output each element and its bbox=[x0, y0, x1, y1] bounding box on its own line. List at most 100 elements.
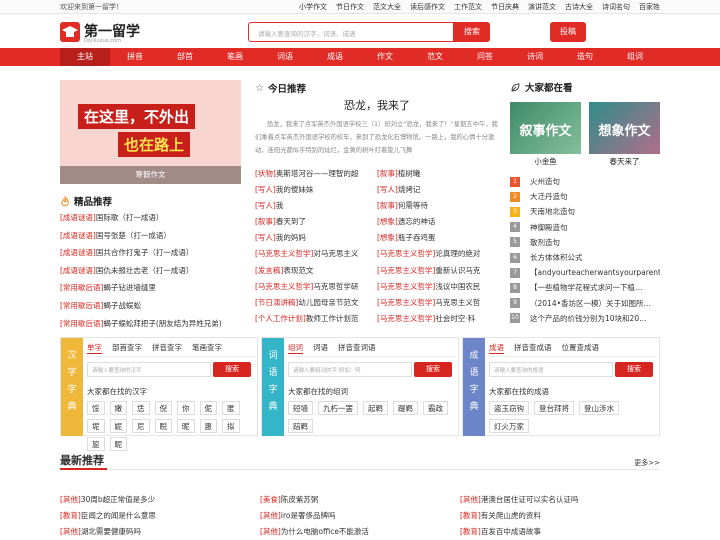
item-text[interactable]: 我的妈妈 bbox=[276, 233, 306, 242]
item-tag[interactable]: [马克思主义哲学] bbox=[377, 249, 435, 258]
rank-text[interactable]: 【andyourteacherwantsyourparentst… bbox=[530, 267, 660, 278]
today-item[interactable]: [发言稿]表现范文 bbox=[255, 263, 377, 279]
dict-chip[interactable]: 登台拜将 bbox=[534, 401, 574, 415]
item-tag[interactable]: [叙事] bbox=[377, 201, 398, 210]
nav-item[interactable]: 词语 bbox=[260, 48, 310, 66]
nav-item[interactable]: 成语 bbox=[310, 48, 360, 66]
item-text[interactable]: 30周b超正常值是多少 bbox=[81, 495, 155, 504]
item-tag[interactable]: [写人] bbox=[377, 185, 398, 194]
item-text[interactable]: 奥斯塔河谷——理智的超 bbox=[276, 169, 359, 178]
top-link[interactable]: 演讲范文 bbox=[528, 2, 556, 12]
item-tag[interactable]: [其他] bbox=[260, 527, 281, 536]
dict-tab[interactable]: 位置查成语 bbox=[562, 342, 600, 354]
dict-tab[interactable]: 单字 bbox=[87, 342, 102, 354]
dict-search-button[interactable]: 搜索 bbox=[414, 362, 452, 377]
dict-chip[interactable]: 霸政 bbox=[423, 401, 448, 415]
dict-search-input[interactable]: 请输入要查询的成语 bbox=[489, 362, 613, 377]
item-tag[interactable]: [常用歇后语] bbox=[60, 319, 103, 328]
item-text[interactable]: 社会时空·科 bbox=[435, 314, 475, 323]
today-item[interactable]: [马克思主义哲学]对马克思主义 bbox=[255, 246, 377, 262]
dict-chip[interactable]: 坭 bbox=[87, 419, 105, 433]
more-link[interactable]: 更多>> bbox=[634, 458, 660, 468]
today-item[interactable]: [状物]奥斯塔河谷——理智的超 bbox=[255, 166, 377, 182]
dict-chip[interactable]: 昵 bbox=[177, 419, 195, 433]
featured-item[interactable]: [常用歇后语]蝎子战蜈蚣 bbox=[60, 297, 241, 315]
nav-item[interactable]: 部首 bbox=[160, 48, 210, 66]
item-text[interactable]: 幼儿园母亲节范文 bbox=[298, 298, 358, 307]
latest-item[interactable]: [教育]有关爬山虎的资料 bbox=[460, 508, 660, 524]
item-tag[interactable]: [马克思主义哲学] bbox=[377, 298, 435, 307]
item-tag[interactable]: [教育] bbox=[460, 511, 481, 520]
item-tag[interactable]: [马克思主义哲学] bbox=[377, 314, 435, 323]
site-logo[interactable]: 第一留学 Diyiliuxue.com bbox=[60, 20, 160, 46]
today-item[interactable]: [马克思主义哲学]社会时空·科 bbox=[377, 311, 499, 327]
dict-chip[interactable]: 拟 bbox=[222, 419, 240, 433]
dict-chip[interactable]: 尼 bbox=[132, 419, 150, 433]
item-tag[interactable]: [教育] bbox=[60, 511, 81, 520]
dict-search-button[interactable]: 搜索 bbox=[213, 362, 251, 377]
today-item[interactable]: [写人]我 bbox=[255, 198, 377, 214]
nav-item[interactable]: 主站 bbox=[60, 48, 110, 66]
dict-chip[interactable]: 踶羁 bbox=[393, 401, 418, 415]
today-item[interactable]: [想象]瓶子吞鸡蛋 bbox=[377, 230, 499, 246]
item-text[interactable]: iro是奢侈品牌吗 bbox=[281, 511, 336, 520]
today-item[interactable]: [个人工作计划]教师工作计划范 bbox=[255, 311, 377, 327]
item-text[interactable]: 蝎子钻进墙缝里 bbox=[103, 283, 156, 292]
rank-item[interactable]: 2 大迁丹造句 bbox=[510, 189, 660, 204]
item-text[interactable]: 瓶子吞鸡蛋 bbox=[398, 233, 436, 242]
item-text[interactable]: 蝎子战蜈蚣 bbox=[103, 301, 141, 310]
featured-item[interactable]: [成语谜语]国共合作打鬼子（打一成语） bbox=[60, 244, 241, 262]
rank-text[interactable]: 这个产品的价钱分别为10块和20… bbox=[530, 313, 647, 324]
item-tag[interactable]: [成语谜语] bbox=[60, 248, 96, 257]
dict-tab[interactable]: 拼音查词语 bbox=[338, 342, 376, 354]
item-text[interactable]: 何需等待 bbox=[398, 201, 428, 210]
rank-item[interactable]: 3 天南地北造句 bbox=[510, 204, 660, 219]
dict-tab[interactable]: 拼音查成语 bbox=[514, 342, 552, 354]
latest-item[interactable]: [教育]百发百中成语故事 bbox=[460, 524, 660, 540]
rank-item[interactable]: 8 【一些植物学花程式求问一下植… bbox=[510, 280, 660, 295]
featured-item[interactable]: [常用歇后语]蝎子蜈蚣拜把子(朋友结为异姓兄弟) bbox=[60, 315, 241, 333]
today-item[interactable]: [叙事]植树曦 bbox=[377, 166, 499, 182]
dict-tab[interactable]: 笔画查字 bbox=[192, 342, 222, 354]
top-link[interactable]: 百家姓 bbox=[639, 2, 660, 12]
pic-card[interactable]: 想象作文 春天来了 bbox=[589, 102, 660, 169]
top-link[interactable]: 范文大全 bbox=[373, 2, 401, 12]
dict-chip[interactable]: 短墙 bbox=[288, 401, 313, 415]
item-tag[interactable]: [个人工作计划] bbox=[255, 314, 306, 323]
pic-card[interactable]: 叙事作文 小金鱼 bbox=[510, 102, 581, 169]
item-tag[interactable]: [叙事] bbox=[255, 217, 276, 226]
latest-item[interactable]: [其他]湖北需要健康码吗 bbox=[60, 524, 260, 540]
top-link[interactable]: 古诗大全 bbox=[565, 2, 593, 12]
item-text[interactable]: 为什么电脑office不能激活 bbox=[281, 527, 369, 536]
nav-item[interactable]: 造句 bbox=[560, 48, 610, 66]
today-item[interactable]: [叙事]何需等待 bbox=[377, 198, 499, 214]
top-link[interactable]: 小学作文 bbox=[299, 2, 327, 12]
nav-item[interactable]: 诗词 bbox=[510, 48, 560, 66]
dict-tab[interactable]: 成语 bbox=[489, 342, 504, 354]
item-tag[interactable]: [其他] bbox=[60, 495, 81, 504]
featured-item[interactable]: [成语谜语]国际歌（打一成语） bbox=[60, 209, 241, 227]
today-item[interactable]: [节日演讲稿]幼儿园母亲节范文 bbox=[255, 295, 377, 311]
nav-item[interactable]: 组词 bbox=[610, 48, 660, 66]
item-text[interactable]: 国际歌（打一成语） bbox=[96, 213, 164, 222]
item-tag[interactable]: [马克思主义哲学] bbox=[377, 282, 435, 291]
dict-search-input[interactable]: 请输入要查询的汉字 bbox=[87, 362, 211, 377]
item-text[interactable]: 论真理的绝对 bbox=[435, 249, 480, 258]
item-tag[interactable]: [成语谜语] bbox=[60, 266, 96, 275]
dict-chip[interactable]: 倪 bbox=[154, 401, 172, 415]
item-tag[interactable]: [教育] bbox=[460, 527, 481, 536]
item-text[interactable]: 对马克思主义 bbox=[313, 249, 358, 258]
dict-chip[interactable]: 恁 bbox=[132, 401, 150, 415]
top-link[interactable]: 工作范文 bbox=[454, 2, 482, 12]
dict-chip[interactable]: 妮 bbox=[109, 419, 127, 433]
today-item[interactable]: [马克思主义哲学]马克思哲学研 bbox=[255, 279, 377, 295]
dict-chip[interactable]: 九朽一罢 bbox=[318, 401, 358, 415]
item-tag[interactable]: [叙事] bbox=[377, 169, 398, 178]
item-tag[interactable]: [写人] bbox=[255, 185, 276, 194]
item-text[interactable]: 国共合作打鬼子（打一成语） bbox=[96, 248, 194, 257]
article-title[interactable]: 恐龙，我来了 bbox=[255, 97, 499, 113]
dict-chip[interactable]: 惠 bbox=[199, 419, 217, 433]
latest-item[interactable]: [其他]为什么电脑office不能激活 bbox=[260, 524, 460, 540]
item-tag[interactable]: [常用歇后语] bbox=[60, 301, 103, 310]
rank-text[interactable]: 散剂造句 bbox=[530, 237, 560, 248]
